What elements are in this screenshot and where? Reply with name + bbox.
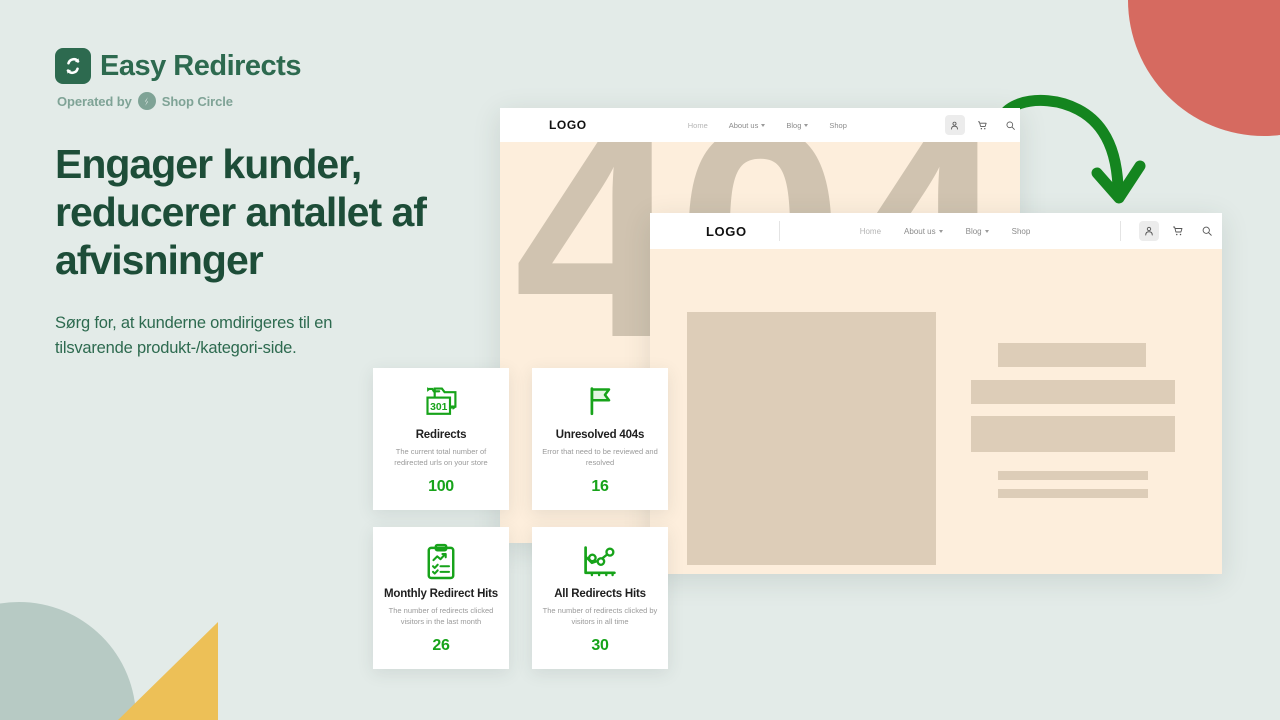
brand-name: Easy Redirects — [100, 49, 301, 82]
nav-divider — [1120, 221, 1122, 241]
storefront-nav-front: LOGO Home About us Blog Shop — [650, 213, 1222, 249]
page-title: Engager kunder, reducerer antallet af af… — [55, 141, 427, 283]
nav-link-blog[interactable]: Blog — [786, 121, 809, 130]
stat-card-monthly-redirect-hits[interactable]: Monthly Redirect Hits The number of redi… — [373, 527, 509, 669]
nav-divider — [778, 221, 780, 241]
nav-link-home[interactable]: Home — [688, 121, 708, 130]
page-subtitle: Sørg for, at kunderne omdirigeres til en… — [55, 313, 333, 358]
chevron-down-icon — [761, 124, 766, 127]
cart-icon[interactable] — [1168, 221, 1188, 241]
hero-text-column: Easy Redirects Operated by Shop Circle E… — [55, 48, 485, 362]
content-placeholder-bar — [998, 489, 1148, 498]
nav-links-back: Home About us Blog Shop — [688, 121, 847, 130]
account-icon[interactable] — [1139, 221, 1160, 241]
decorative-yellow-triangle — [118, 622, 218, 720]
cart-icon[interactable] — [973, 115, 993, 135]
operated-by-label: Operated by — [57, 93, 132, 109]
stat-card-all-redirects-hits[interactable]: All Redirects Hits The number of redirec… — [532, 527, 668, 669]
search-icon[interactable] — [1001, 115, 1020, 135]
svg-text:301: 301 — [430, 402, 448, 413]
decorative-red-circle — [1128, 0, 1280, 136]
stat-card-value: 26 — [432, 636, 450, 654]
stat-card-value: 16 — [591, 477, 609, 495]
stat-card-title: Redirects — [415, 429, 467, 441]
stat-card-description: The number of redirects clicked visitors… — [388, 606, 494, 626]
brand-lockup: Easy Redirects — [55, 48, 485, 84]
clipboard-chart-icon — [373, 543, 509, 581]
stat-card-unresolved-404s[interactable]: Unresolved 404s Error that need to be re… — [532, 368, 668, 510]
storefront-nav-back: LOGO Home About us Blog Shop — [500, 108, 1020, 142]
search-icon[interactable] — [1197, 221, 1217, 241]
account-icon[interactable] — [944, 115, 965, 135]
nav-link-about-us[interactable]: About us — [729, 121, 766, 130]
content-placeholder-bar — [971, 416, 1175, 452]
chevron-down-icon — [938, 230, 943, 233]
chevron-down-icon — [804, 124, 809, 127]
store-logo[interactable]: LOGO — [549, 118, 587, 132]
nav-link-blog[interactable]: Blog — [966, 227, 989, 236]
redirect-301-folders-icon: 301 — [373, 384, 509, 422]
content-placeholder-bar — [998, 343, 1146, 367]
content-placeholder-bar — [998, 471, 1148, 480]
nav-link-home[interactable]: Home — [860, 227, 881, 236]
product-image-placeholder — [687, 312, 936, 565]
decorative-sage-circle — [0, 602, 136, 720]
curved-arrow-down-icon — [997, 95, 1146, 204]
operator-name: Shop Circle — [161, 93, 233, 109]
nav-links-front: Home About us Blog Shop — [860, 227, 1031, 236]
stat-card-description: The current total number of redirected u… — [394, 447, 488, 467]
browser-window-redirected: LOGO Home About us Blog Shop — [650, 213, 1222, 574]
nav-link-shop[interactable]: Shop — [1012, 227, 1031, 236]
nav-icons-front — [1139, 221, 1217, 241]
chevron-down-icon — [984, 230, 989, 233]
refresh-circle-icon — [55, 48, 91, 84]
stat-card-description: The number of redirects clicked by visit… — [542, 606, 658, 626]
stat-card-title: Monthly Redirect Hits — [383, 588, 498, 600]
nav-link-about-us[interactable]: About us — [904, 227, 943, 236]
stat-card-title: Unresolved 404s — [555, 429, 645, 441]
stat-card-title: All Redirects Hits — [554, 588, 646, 600]
nav-link-shop[interactable]: Shop — [829, 121, 847, 130]
nav-icons-back — [944, 115, 1020, 135]
shop-circle-icon — [137, 92, 156, 110]
stat-card-redirects[interactable]: 301 Redirects The current total number o… — [373, 368, 509, 510]
flag-icon — [532, 384, 668, 422]
operated-by-row: Operated by Shop Circle — [57, 92, 485, 110]
line-chart-icon — [532, 543, 668, 581]
content-placeholder-bar — [971, 380, 1175, 404]
promo-banner: Easy Redirects Operated by Shop Circle E… — [0, 0, 1280, 720]
stat-card-value: 100 — [428, 477, 454, 495]
product-page-body — [650, 249, 1222, 574]
store-logo[interactable]: LOGO — [706, 224, 747, 239]
stat-card-value: 30 — [591, 636, 609, 654]
stat-card-description: Error that need to be reviewed and resol… — [542, 447, 658, 467]
